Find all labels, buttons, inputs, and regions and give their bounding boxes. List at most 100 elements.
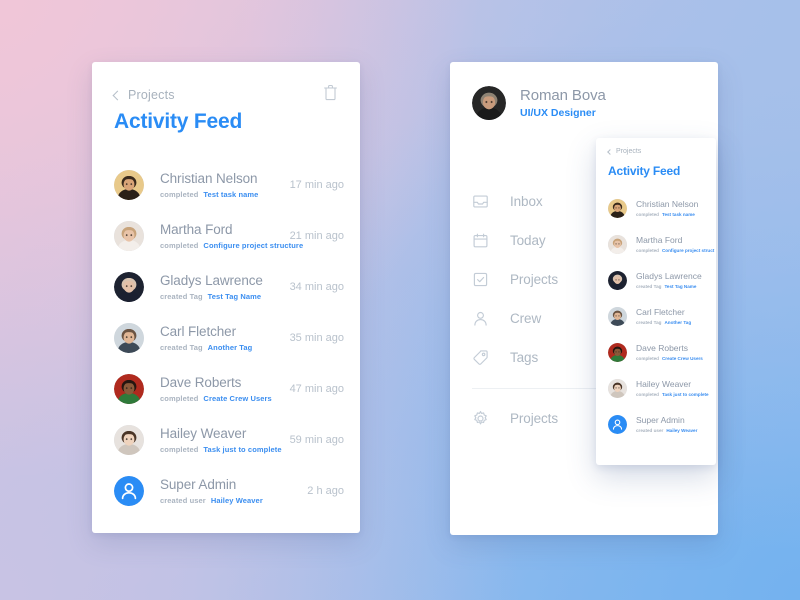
- activity-timestamp: 2 h ago: [307, 485, 344, 497]
- app-background: Projects Activity Feed Christian Nelson c…: [0, 0, 800, 600]
- overlay-activity-user-name: Christian Nelson: [636, 199, 699, 210]
- activity-action: completed: [160, 241, 199, 251]
- overlay-activity-row[interactable]: Gladys Lawrence created Tag Test Tag Name: [608, 262, 714, 298]
- activity-row[interactable]: Carl Fletcher created Tag Another Tag 35 mi…: [114, 313, 344, 363]
- overlay-activity-target[interactable]: Create Crew Users: [662, 356, 703, 361]
- chevron-left-icon: [607, 148, 613, 155]
- overlay-activity-row[interactable]: Martha Ford completed Configure project st…: [608, 226, 714, 262]
- avatar: [114, 221, 144, 251]
- overlay-activity-row[interactable]: Hailey Weaver completed Task just to compl…: [608, 370, 714, 406]
- trash-icon[interactable]: [323, 84, 338, 106]
- overlay-activity-target[interactable]: Test Tag Name: [664, 284, 696, 289]
- check-square-icon: [472, 271, 489, 288]
- overlay-activity-row-content: Christian Nelson completed Test task name: [627, 199, 698, 216]
- overlay-activity-user-name: Martha Ford: [636, 235, 683, 246]
- activity-timestamp: 59 min ago: [289, 434, 344, 446]
- profile-header[interactable]: Roman Bova UI/UX Designer: [472, 86, 606, 120]
- overlay-activity-target[interactable]: Configure project struct: [662, 248, 714, 253]
- calendar-icon: [472, 232, 489, 249]
- avatar: [114, 323, 144, 353]
- sidebar-item-label: Tags: [510, 350, 539, 365]
- overlay-activity-row[interactable]: Christian Nelson completed Test task name: [608, 190, 714, 226]
- activity-timestamp: 21 min ago: [289, 230, 344, 242]
- overlay-activity-target[interactable]: Hailey Weaver: [666, 428, 697, 433]
- chevron-left-icon: [112, 90, 123, 100]
- activity-row[interactable]: Christian Nelson completed Test task name 1…: [114, 160, 344, 210]
- overlay-activity-user-name: Gladys Lawrence: [636, 271, 702, 282]
- activity-row[interactable]: Dave Roberts completed Create Crew Users 47…: [114, 364, 344, 414]
- activity-target[interactable]: Test task name: [203, 190, 258, 199]
- overlay-activity-action: created Tag: [636, 319, 662, 325]
- activity-row[interactable]: Gladys Lawrence created Tag Test Tag Name 3…: [114, 262, 344, 312]
- overlay-activity-description: completed Create Crew Users: [636, 356, 703, 361]
- activity-action: completed: [160, 394, 199, 404]
- avatar: [608, 306, 627, 326]
- activity-target[interactable]: Hailey Weaver: [211, 496, 263, 505]
- activity-user-name: Carl Fletcher: [160, 323, 236, 339]
- overlay-activity-row[interactable]: Carl Fletcher created Tag Another Tag: [608, 298, 714, 334]
- breadcrumb-label: Projects: [128, 88, 175, 102]
- inbox-icon: [472, 193, 489, 210]
- overlay-activity-description: created Tag Another Tag: [636, 320, 691, 325]
- overlay-activity-row-content: Super Admin created user Hailey Weaver: [627, 415, 697, 432]
- avatar: [608, 198, 627, 218]
- avatar: [608, 270, 627, 290]
- activity-description: completed Create Crew Users: [160, 394, 284, 403]
- overlay-activity-row-content: Hailey Weaver completed Task just to compl…: [627, 379, 709, 396]
- overlay-activity-action: completed: [636, 355, 659, 361]
- activity-action: created Tag: [160, 343, 203, 353]
- overlay-activity-row[interactable]: Dave Roberts completed Create Crew Users: [608, 334, 714, 370]
- activity-user-name: Super Admin: [160, 476, 237, 492]
- activity-row-content: Gladys Lawrence created Tag Test Tag Name: [144, 273, 284, 302]
- overlay-activity-action: created user: [636, 427, 664, 433]
- overlay-activity-feed-list: Christian Nelson completed Test task name M…: [608, 190, 714, 442]
- overlay-activity-row[interactable]: Super Admin created user Hailey Weaver: [608, 406, 714, 442]
- activity-description: created Tag Test Tag Name: [160, 292, 284, 301]
- activity-user-name: Martha Ford: [160, 221, 233, 237]
- activity-row[interactable]: Hailey Weaver completed Task just to compl…: [114, 415, 344, 465]
- sidebar-item-label: Projects: [510, 272, 558, 287]
- overlay-activity-target[interactable]: Another Tag: [664, 320, 691, 325]
- activity-row-content: Christian Nelson completed Test task name: [144, 171, 284, 200]
- overlay-activity-user-name: Super Admin: [636, 415, 685, 426]
- activity-target[interactable]: Create Crew Users: [203, 394, 271, 403]
- activity-target[interactable]: Task just to complete: [203, 445, 281, 454]
- activity-action: created user: [160, 496, 206, 506]
- activity-description: created user Hailey Weaver: [160, 496, 301, 505]
- avatar: [114, 476, 144, 506]
- overlay-page-title: Activity Feed: [608, 164, 681, 178]
- sidebar-item-label: Projects: [510, 411, 558, 426]
- overlay-activity-target[interactable]: Test task name: [662, 212, 695, 217]
- activity-timestamp: 35 min ago: [289, 332, 344, 344]
- activity-row-content: Hailey Weaver completed Task just to compl…: [144, 426, 284, 455]
- overlay-activity-description: completed Configure project struct: [636, 248, 714, 253]
- avatar: [608, 378, 627, 398]
- card-header: Projects: [112, 84, 338, 106]
- avatar: [472, 86, 506, 120]
- overlay-activity-user-name: Carl Fletcher: [636, 307, 685, 318]
- overlay-activity-description: created Tag Test Tag Name: [636, 284, 702, 289]
- overlay-activity-action: completed: [636, 391, 659, 397]
- gear-icon: [472, 410, 489, 427]
- activity-row[interactable]: Super Admin created user Hailey Weaver 2 h …: [114, 466, 344, 516]
- activity-target[interactable]: Another Tag: [208, 343, 253, 352]
- activity-target[interactable]: Test Tag Name: [208, 292, 262, 301]
- breadcrumb-projects[interactable]: Projects: [112, 88, 175, 102]
- overlay-activity-action: completed: [636, 211, 659, 217]
- activity-description: completed Configure project structure: [160, 241, 303, 251]
- activity-action: completed: [160, 445, 199, 455]
- activity-timestamp: 17 min ago: [289, 179, 344, 191]
- sidebar-item-label: Today: [510, 233, 546, 248]
- activity-timestamp: 34 min ago: [289, 281, 344, 293]
- activity-description: completed Task just to complete: [160, 445, 284, 454]
- activity-row[interactable]: Martha Ford completed Configure project st…: [114, 211, 344, 261]
- activity-user-name: Hailey Weaver: [160, 425, 247, 441]
- overlay-activity-target[interactable]: Task just to complete: [662, 392, 709, 397]
- activity-action: created Tag: [160, 292, 203, 302]
- activity-target[interactable]: Configure project structure: [203, 241, 303, 250]
- overlay-activity-user-name: Hailey Weaver: [636, 379, 692, 390]
- avatar: [608, 414, 627, 434]
- overlay-activity-action: created Tag: [636, 283, 662, 289]
- overlay-breadcrumb-projects[interactable]: Projects: [607, 148, 641, 155]
- page-title: Activity Feed: [114, 110, 243, 133]
